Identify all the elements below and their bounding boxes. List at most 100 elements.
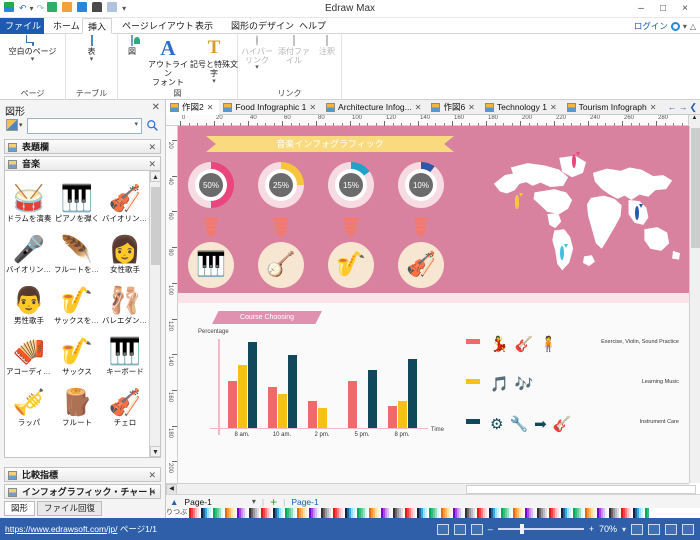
bar[interactable]	[268, 386, 277, 428]
close-icon[interactable]: ✕	[148, 468, 156, 483]
tab-nav[interactable]: ← → ❮	[667, 102, 700, 113]
bar[interactable]	[408, 359, 417, 428]
chevron-down-icon[interactable]: ▾	[252, 497, 256, 506]
palette-swatch[interactable]	[647, 508, 650, 518]
shape-item[interactable]: 🎹 ピアノを弾く	[53, 174, 101, 223]
normal-view-icon[interactable]	[436, 523, 449, 535]
bar[interactable]	[238, 365, 247, 428]
symbol-dropdown-icon[interactable]: ▾	[190, 78, 238, 85]
pin-south-america-icon[interactable]	[560, 244, 569, 261]
bar[interactable]	[248, 342, 257, 428]
infographic-header-panel[interactable]: 音楽インフォグラフィック 50% 25% 15% 10% 🎹 🪕 🎷 🎻	[178, 126, 689, 293]
blank-page-button[interactable]: 空白のページ ▾	[0, 35, 65, 63]
zoom-slider[interactable]	[497, 524, 584, 534]
scroll-up-icon[interactable]: ▲	[150, 171, 160, 182]
course-choosing-banner[interactable]: Course Choosing	[212, 311, 322, 324]
document-tab[interactable]: Tourism Infograph ✕	[563, 100, 663, 115]
close-icon[interactable]: ✕	[207, 103, 214, 112]
attachment-button[interactable]: 添付ファイル	[276, 35, 312, 65]
login-link[interactable]: ログイン	[634, 20, 668, 32]
violin-icon[interactable]: 🎻	[398, 242, 444, 288]
login-area[interactable]: ログイン ▾ △	[634, 18, 696, 34]
minimize-button[interactable]: –	[630, 1, 652, 17]
canvas-horizontal-scrollbar[interactable]: ◀	[166, 483, 696, 495]
close-icon[interactable]: ✕	[650, 103, 657, 112]
grid-icon[interactable]	[682, 523, 694, 535]
scroll-down-icon[interactable]: ▼	[150, 446, 160, 457]
document-tab[interactable]: Food Infographic 1 ✕	[219, 100, 322, 115]
infographic-title-banner[interactable]: 音楽インフォグラフィック	[206, 136, 454, 152]
maximize-button[interactable]: □	[652, 1, 674, 17]
donut-chart[interactable]: 10%	[398, 162, 444, 208]
tab-insert[interactable]: 挿入	[82, 18, 113, 34]
comment-button[interactable]: 注釈	[312, 35, 342, 57]
shape-category-header-music[interactable]: 音楽 ✕	[4, 156, 161, 171]
bar[interactable]	[398, 401, 407, 428]
world-map[interactable]	[485, 148, 683, 278]
edraw-website-link[interactable]: https://www.edrawsoft.com/jp/	[5, 524, 117, 534]
shape-item[interactable]: 🎺 ラッパ	[5, 378, 53, 427]
page-view-icon[interactable]	[453, 523, 466, 535]
table-dropdown-icon[interactable]: ▾	[66, 56, 117, 63]
shape-grid-scrollbar[interactable]: ▲ ▼	[149, 171, 160, 457]
outline-font-button[interactable]: A アウトライン フォント	[146, 37, 190, 87]
document-tab[interactable]: Technology 1 ✕	[481, 100, 563, 115]
close-icon[interactable]: ✕	[148, 140, 156, 155]
shape-item[interactable]: 🎤バイオリンを…	[5, 225, 53, 274]
shape-search-input[interactable]	[27, 118, 142, 134]
saxophone-icon[interactable]: 🎷	[328, 242, 374, 288]
panel-tab-file-recovery[interactable]: ファイル回復	[37, 501, 103, 516]
pin-west-usa-icon[interactable]	[514, 193, 524, 210]
close-icon[interactable]: ✕	[550, 103, 557, 112]
close-button[interactable]: ×	[674, 1, 696, 17]
shape-item[interactable]: 🥁 ドラムを演奏	[5, 174, 53, 223]
tab-page-layout[interactable]: ページレイアウト	[117, 18, 199, 34]
close-icon[interactable]: ✕	[152, 102, 160, 113]
shape-item[interactable]: 👩 女性歌手	[101, 225, 149, 274]
zoom-area-icon[interactable]	[665, 523, 677, 535]
page-name-label[interactable]: Page-1	[184, 497, 211, 507]
hyperlink-dropdown-icon[interactable]: ▾	[238, 64, 276, 71]
zoom-out-button[interactable]: –	[488, 524, 493, 534]
shape-item[interactable]: 🪵 フルート	[53, 378, 101, 427]
bar[interactable]	[288, 354, 297, 428]
shape-category-header-comparison[interactable]: 比較指標 ✕	[4, 467, 161, 482]
tab-home[interactable]: ホーム	[48, 18, 85, 34]
shape-item[interactable]: 🎹 キーボード	[101, 327, 149, 376]
shape-category-header-title[interactable]: 表題欄 ✕	[4, 139, 161, 154]
close-icon[interactable]: ✕	[148, 485, 156, 500]
bar[interactable]	[278, 393, 287, 428]
donut-chart[interactable]: 25%	[258, 162, 304, 208]
tab-list-icon[interactable]: ❮	[689, 102, 697, 113]
picture-button[interactable]: 図	[118, 35, 146, 57]
tab-help[interactable]: ヘルプ	[294, 18, 331, 34]
chevron-down-icon[interactable]: ▾	[19, 121, 23, 129]
infographic-lower-panel[interactable]: Course Choosing Percentage Time 8 am. 10 …	[178, 303, 689, 483]
pin-asia-icon[interactable]	[635, 203, 644, 220]
shape-item[interactable]: 🪶フルートを吹く	[53, 225, 101, 274]
fit-width-icon[interactable]	[648, 523, 660, 535]
close-icon[interactable]: ✕	[309, 103, 316, 112]
canvas-scroll-area[interactable]: 音楽インフォグラフィック 50% 25% 15% 10% 🎹 🪕 🎷 🎻 Cou…	[178, 126, 689, 483]
shape-item[interactable]: 🎻バイオリンを…	[101, 174, 149, 223]
collapse-ribbon-icon[interactable]: △	[690, 22, 696, 31]
table-button[interactable]: 表 ▾	[66, 35, 117, 63]
blank-page-dropdown-icon[interactable]: ▾	[0, 56, 65, 63]
library-icon[interactable]	[6, 119, 18, 131]
tab-file[interactable]: ファイル	[0, 18, 44, 34]
tab-scroll-left-icon[interactable]: ←	[667, 102, 676, 113]
drawing-page[interactable]: 音楽インフォグラフィック 50% 25% 15% 10% 🎹 🪕 🎷 🎻 Cou…	[178, 126, 689, 483]
bar-chart[interactable]: Percentage Time 8 am. 10 am. 2 pm. 5 pm. 8 p…	[192, 329, 444, 445]
document-tab[interactable]: 作図2 ✕	[166, 99, 220, 115]
hyperlink-button[interactable]: ハイパーリンク ▾	[238, 35, 276, 71]
bar[interactable]	[368, 369, 377, 428]
banjo-icon[interactable]: 🪕	[258, 242, 304, 288]
document-tab[interactable]: 作図6 ✕	[427, 100, 480, 115]
zoom-dropdown-icon[interactable]: ▾	[622, 525, 626, 534]
canvas-vertical-scrollbar[interactable]	[689, 126, 700, 483]
gear-icon[interactable]	[670, 21, 680, 31]
zoom-in-button[interactable]: +	[589, 524, 594, 534]
shape-item[interactable]: 🪗 アコーディオン	[5, 327, 53, 376]
search-icon[interactable]	[146, 119, 159, 132]
shape-item[interactable]: 🩰バレエダンサー	[101, 276, 149, 325]
